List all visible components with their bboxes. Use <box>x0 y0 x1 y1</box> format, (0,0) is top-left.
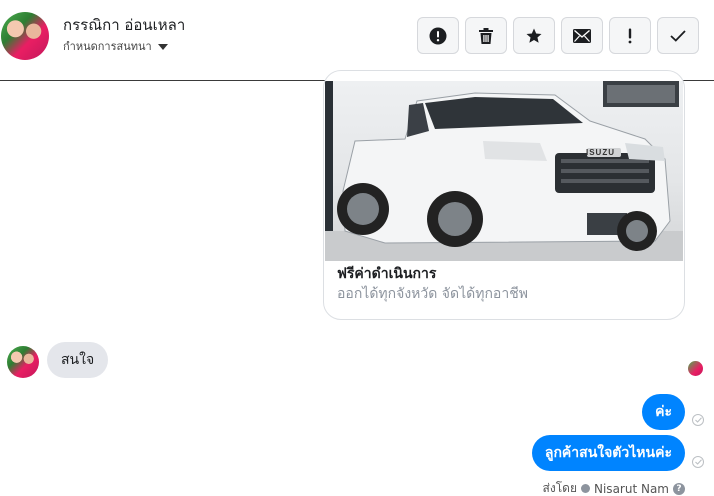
pickup-truck-photo[interactable]: ISUZU <box>325 81 683 261</box>
exclamation-icon <box>628 28 632 43</box>
sent-by-info: ส่งโดย Nisarut Nam ? <box>543 479 685 496</box>
truck-brand-text: ISUZU <box>586 148 615 157</box>
sent-check-icon <box>692 456 704 468</box>
star-button[interactable] <box>513 17 555 54</box>
contact-avatar-small[interactable] <box>7 346 39 378</box>
trash-icon <box>479 27 493 44</box>
verified-icon <box>581 484 590 493</box>
sender-name[interactable]: Nisarut Nam <box>594 482 669 496</box>
delete-button[interactable] <box>465 17 507 54</box>
mark-important-button[interactable] <box>609 17 651 54</box>
contact-name[interactable]: กรรณิกา อ่อนเหลา <box>63 13 185 37</box>
alert-button[interactable] <box>417 17 459 54</box>
outgoing-message[interactable]: ลูกค้าสนใจตัวไหนค่ะ <box>531 435 685 471</box>
outgoing-message[interactable]: ค่ะ <box>642 394 685 430</box>
alert-icon <box>429 27 447 44</box>
caret-down-icon <box>157 43 168 50</box>
sent-check-icon <box>692 414 704 426</box>
card-subtitle: ออกได้ทุกจังหวัด จัดได้ทุกอาชีพ <box>337 286 528 302</box>
conversation-header: กรรณิกา อ่อนเหลา กำหนดการสนทนา <box>0 0 714 81</box>
mail-button[interactable] <box>561 17 603 54</box>
conversation-settings-label: กำหนดการสนทนา <box>63 40 152 53</box>
header-actions <box>417 17 699 54</box>
contact-avatar[interactable] <box>1 12 49 60</box>
card-title[interactable]: ฟรีค่าดำเนินการ <box>337 263 436 285</box>
shared-attachment-card[interactable]: ISUZU ฟรีค่าดำเนินการ ออกได้ทุกจังหวัด จ… <box>323 70 685 320</box>
conversation-settings-dropdown[interactable]: กำหนดการสนทนา <box>63 37 168 55</box>
envelope-icon <box>573 28 591 43</box>
star-icon <box>526 28 542 43</box>
mark-done-button[interactable] <box>657 17 699 54</box>
incoming-message[interactable]: สนใจ <box>47 342 109 378</box>
help-icon[interactable]: ? <box>673 482 685 495</box>
sent-by-prefix: ส่งโดย <box>542 481 577 495</box>
truck-illustration <box>325 81 683 261</box>
seen-by-avatar <box>688 361 703 376</box>
check-icon <box>670 29 686 42</box>
messenger-conversation: กรรณิกา อ่อนเหลา กำหนดการสนทนา ISUZU ฟรี… <box>0 0 714 496</box>
